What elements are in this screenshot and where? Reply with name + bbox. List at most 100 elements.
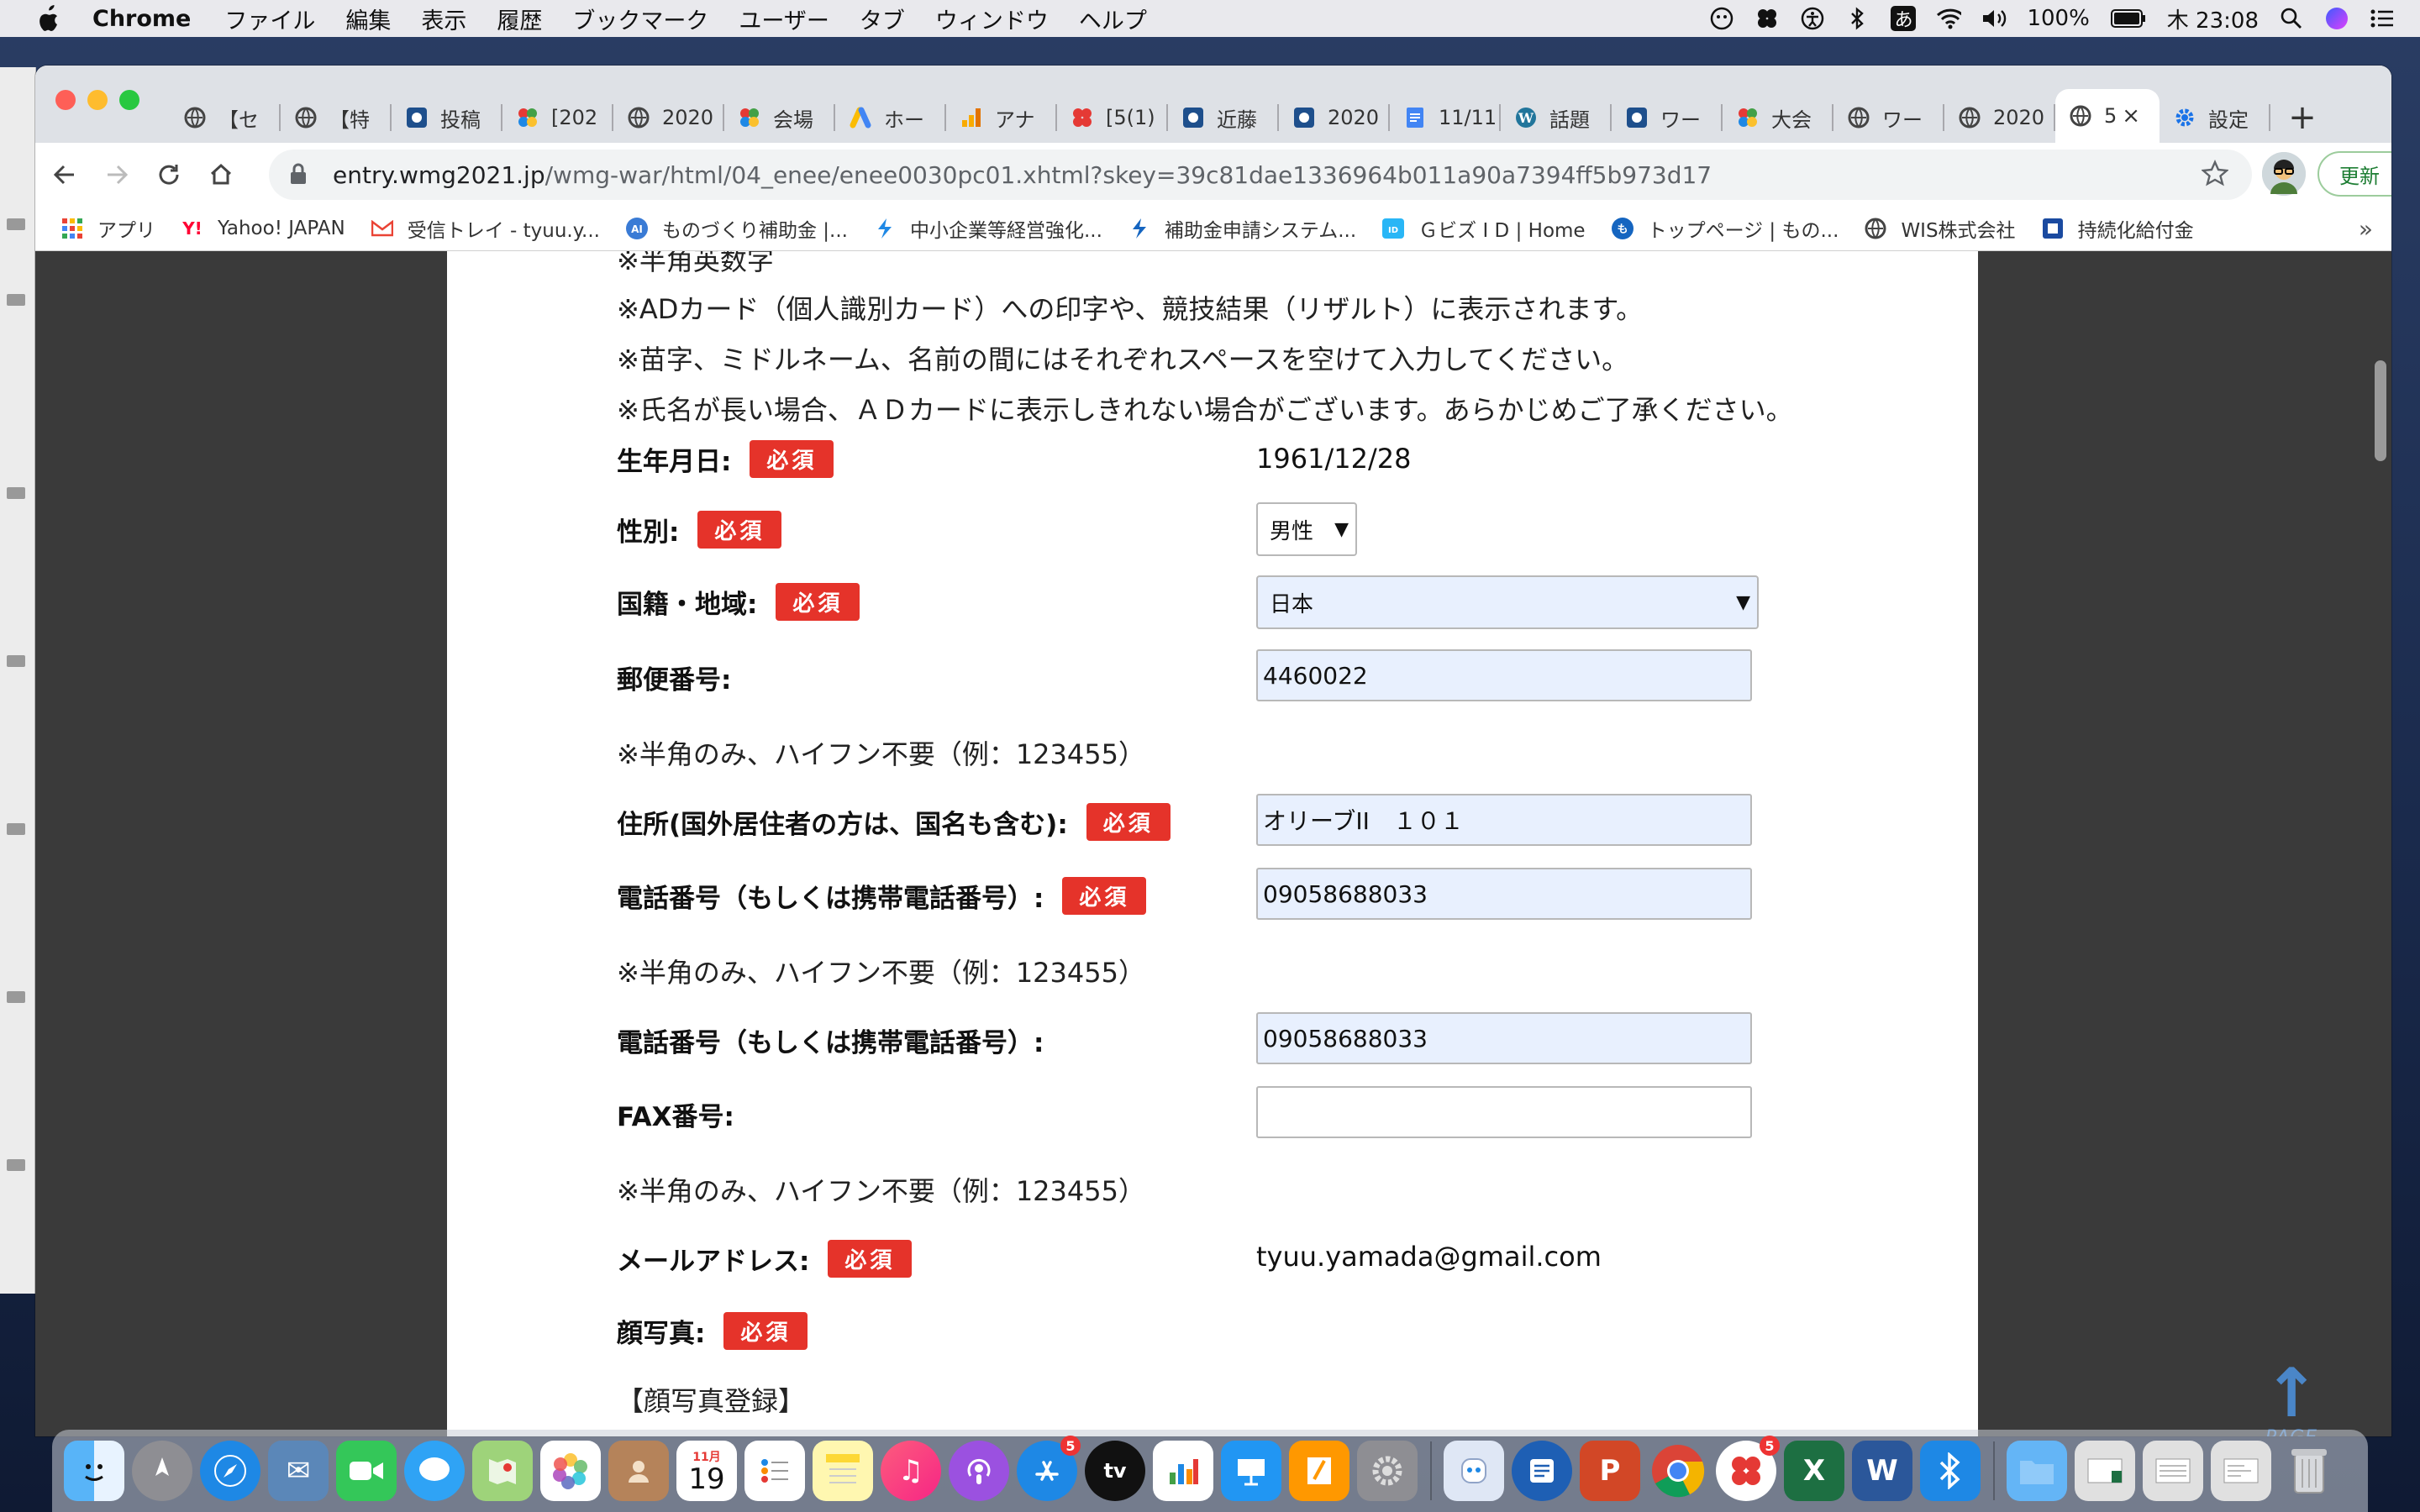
- home-button[interactable]: [198, 152, 244, 197]
- safari-icon[interactable]: [200, 1441, 260, 1501]
- bookmark-gmail[interactable]: 受信トレイ - tyuu.y...: [371, 214, 600, 243]
- phone1-input[interactable]: 09058688033: [1256, 868, 1752, 920]
- word-icon[interactable]: W: [1852, 1441, 1912, 1501]
- notes-icon[interactable]: [813, 1441, 873, 1501]
- battery-icon[interactable]: [2110, 6, 2147, 31]
- menubar-clock[interactable]: 木 23:08: [2167, 3, 2259, 34]
- close-window-button[interactable]: [55, 90, 76, 110]
- launchpad-icon[interactable]: [132, 1441, 192, 1501]
- menu-bookmarks[interactable]: ブックマーク: [572, 3, 708, 35]
- phone2-input[interactable]: 09058688033: [1256, 1012, 1752, 1064]
- volume-icon[interactable]: [1981, 6, 2007, 31]
- list-app-icon[interactable]: [1512, 1441, 1572, 1501]
- messages-icon[interactable]: [404, 1441, 465, 1501]
- facetime-icon[interactable]: [336, 1441, 397, 1501]
- apple-menu-icon[interactable]: [34, 3, 64, 34]
- google-chrome-icon[interactable]: [1648, 1441, 1708, 1501]
- tab-10[interactable]: 近藤: [1168, 92, 1279, 143]
- calendar-icon[interactable]: 11月 19: [676, 1441, 737, 1501]
- siri-icon[interactable]: [2324, 6, 2349, 31]
- menu-edit[interactable]: 編集: [345, 3, 391, 35]
- accessibility-icon[interactable]: [1800, 6, 1825, 31]
- vertical-scrollbar[interactable]: [2368, 251, 2391, 1436]
- maps-icon[interactable]: [472, 1441, 533, 1501]
- tab-12[interactable]: 11/11: [1390, 92, 1501, 143]
- bookmark-monodukuri[interactable]: AI ものづくり補助金 |...: [625, 214, 848, 243]
- app-store-icon[interactable]: 5: [1017, 1436, 1081, 1501]
- finder-icon[interactable]: [64, 1441, 124, 1501]
- nationality-select[interactable]: 日本 ▼: [1256, 575, 1759, 629]
- bookmark-yahoo[interactable]: Y! Yahoo! JAPAN: [181, 217, 345, 240]
- profile-avatar[interactable]: [2262, 152, 2306, 196]
- system-preferences-icon[interactable]: [1357, 1441, 1418, 1501]
- scrollbar-thumb[interactable]: [2375, 360, 2386, 461]
- music-icon[interactable]: ♫: [881, 1441, 941, 1501]
- tab-3[interactable]: 投稿: [392, 92, 502, 143]
- postal-code-input[interactable]: 4460022: [1256, 649, 1752, 701]
- tab-2[interactable]: 【特: [281, 92, 392, 143]
- menu-file[interactable]: ファイル: [224, 3, 315, 35]
- tab-6[interactable]: 会場: [724, 92, 835, 143]
- pages-icon[interactable]: [1289, 1441, 1349, 1501]
- tab-settings[interactable]: 設定: [2160, 92, 2270, 143]
- tab-1[interactable]: 【セ: [170, 92, 281, 143]
- update-chrome-button[interactable]: 更新 ⋮: [2317, 151, 2391, 197]
- minimize-window-button[interactable]: [87, 90, 108, 110]
- address-bar[interactable]: entry.wmg2021.jp/wmg-war/html/04_enee/en…: [269, 150, 2252, 200]
- reminders-icon[interactable]: [744, 1441, 805, 1501]
- robot-app-icon[interactable]: [1444, 1441, 1504, 1501]
- bookmark-jizokuka[interactable]: 持続化給付金: [2041, 214, 2194, 243]
- contacts-icon[interactable]: [608, 1441, 669, 1501]
- trash-icon[interactable]: [2279, 1441, 2339, 1501]
- fujitsu-flower-icon[interactable]: 5: [1716, 1436, 1780, 1501]
- menu-app-name[interactable]: Chrome: [92, 6, 191, 32]
- keynote-icon[interactable]: [1221, 1441, 1281, 1501]
- reload-button[interactable]: [146, 152, 192, 197]
- bookmark-wis[interactable]: WIS株式会社: [1864, 214, 2016, 243]
- fax-input[interactable]: [1256, 1086, 1752, 1138]
- tab-active[interactable]: 5 ×: [2055, 89, 2160, 143]
- menu-history[interactable]: 履歴: [497, 3, 542, 35]
- tab-9[interactable]: [5(1): [1057, 92, 1168, 143]
- wifi-icon[interactable]: [1936, 6, 1962, 31]
- bookmark-chusho[interactable]: 中小企業等経営強化...: [873, 214, 1102, 243]
- url-text[interactable]: entry.wmg2021.jp/wmg-war/html/04_enee/en…: [333, 161, 1712, 189]
- bookmark-star-icon[interactable]: [2201, 160, 2229, 193]
- tab-7[interactable]: ホー: [835, 92, 946, 143]
- photos-icon[interactable]: [540, 1441, 601, 1501]
- tab-11[interactable]: 2020: [1279, 92, 1390, 143]
- tab-8[interactable]: アナ: [946, 92, 1057, 143]
- flower-status-icon[interactable]: [1754, 6, 1780, 31]
- menu-users[interactable]: ユーザー: [739, 3, 829, 35]
- applications-folder-icon[interactable]: [2007, 1441, 2067, 1501]
- bookmark-apps[interactable]: アプリ: [60, 214, 155, 243]
- tab-13[interactable]: W 話題: [1501, 92, 1612, 143]
- bookmarks-overflow-button[interactable]: »: [2359, 215, 2373, 243]
- bluetooth-icon[interactable]: [1845, 6, 1870, 31]
- podcasts-icon[interactable]: [949, 1441, 1009, 1501]
- bookmark-toppage[interactable]: も トップページ | もの...: [1611, 214, 1839, 243]
- bluetooth-file-exchange-icon[interactable]: [1920, 1441, 1981, 1501]
- forward-button[interactable]: [94, 152, 139, 197]
- tab-4[interactable]: [202: [502, 92, 613, 143]
- tab-17[interactable]: 2020: [1944, 92, 2055, 143]
- mail-eagle-icon[interactable]: ✉: [268, 1441, 329, 1501]
- menu-window[interactable]: ウィンドウ: [935, 3, 1049, 35]
- gender-select[interactable]: 男性 ▼: [1256, 502, 1357, 556]
- apple-tv-icon[interactable]: tv: [1085, 1441, 1145, 1501]
- bookmark-hojokin[interactable]: 補助金申請システム...: [1128, 214, 1356, 243]
- tab-15[interactable]: 大会: [1723, 92, 1833, 143]
- face-status-icon[interactable]: [1709, 6, 1734, 31]
- tab-16[interactable]: ワー: [1833, 92, 1944, 143]
- document-stack-icon[interactable]: [2143, 1441, 2203, 1501]
- spotlight-search-icon[interactable]: [2279, 6, 2304, 31]
- excel-icon[interactable]: X: [1784, 1441, 1844, 1501]
- menu-help[interactable]: ヘルプ: [1079, 3, 1147, 35]
- notification-center-icon[interactable]: [2370, 6, 2395, 31]
- bookmark-gbiz[interactable]: ID Ｇビズ I D | Home: [1381, 214, 1586, 243]
- zoom-window-button[interactable]: [119, 90, 139, 110]
- menu-tab[interactable]: タブ: [860, 3, 905, 35]
- screenshot-stack-icon[interactable]: [2211, 1441, 2271, 1501]
- downloads-stack-icon[interactable]: [2075, 1441, 2135, 1501]
- close-tab-icon[interactable]: ×: [2122, 103, 2140, 129]
